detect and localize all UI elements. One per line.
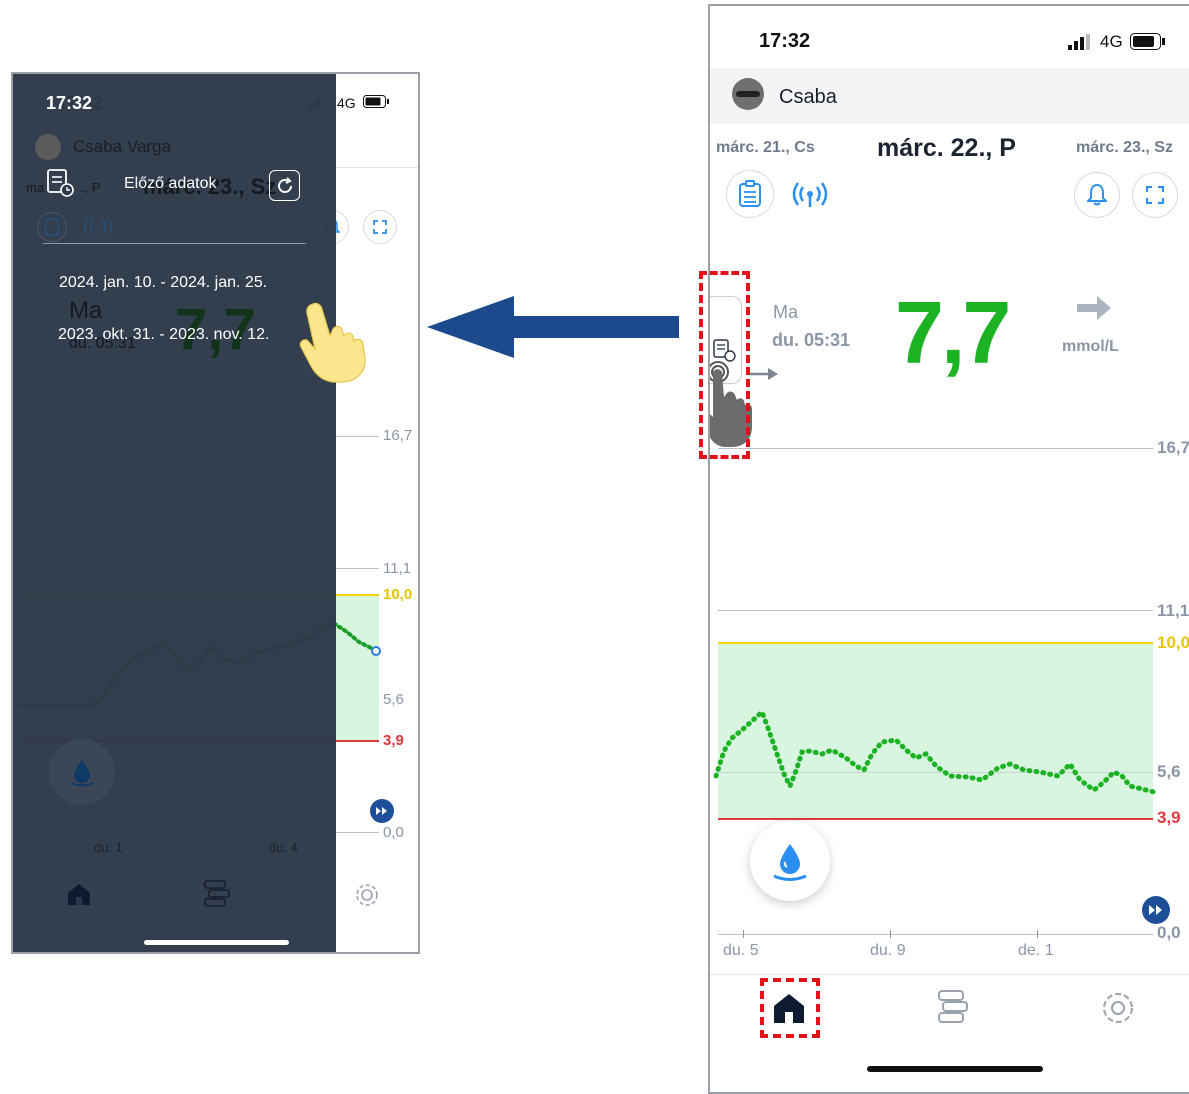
tap-hand-icon <box>293 299 383 389</box>
right-glucose-curve <box>713 707 1157 795</box>
home-icon <box>68 884 90 905</box>
refresh-icon <box>277 176 292 193</box>
date-prev-partial: ma <box>26 180 45 195</box>
highlight-home-tab <box>760 978 820 1038</box>
broadcast-icon: ((·)) <box>83 215 113 235</box>
x-label: du. 9 <box>870 942 906 959</box>
home-tab[interactable] <box>65 880 93 913</box>
pointer-arrow-icon <box>427 296 679 363</box>
fast-forward-icon <box>1149 905 1162 915</box>
x-tick <box>890 930 891 938</box>
user-name: Csaba Varga <box>73 137 171 156</box>
blood-drop-icon <box>70 760 94 787</box>
x-tick <box>743 930 744 938</box>
clipboard-button[interactable] <box>37 212 67 242</box>
x-tick <box>1037 930 1038 938</box>
list-tab[interactable] <box>937 989 969 1030</box>
list-icon <box>204 880 230 907</box>
highlight-history-handle <box>699 271 750 459</box>
drawer-divider <box>43 243 306 244</box>
list-tab[interactable] <box>203 879 231 914</box>
gear-icon <box>356 884 378 906</box>
settings-tab[interactable] <box>351 879 383 911</box>
refresh-button[interactable] <box>269 170 300 201</box>
blood-drop-icon <box>773 844 807 881</box>
drawer-title: Előző adatok <box>124 175 217 192</box>
gear-icon <box>1103 993 1133 1023</box>
x-label: de. 1 <box>1018 942 1054 959</box>
right-phone-screenshot: 17:32 4G Csaba márc. 21., Cs márc. 22., … <box>708 4 1189 1094</box>
settings-tab[interactable] <box>1100 990 1136 1031</box>
add-blood-glucose-button[interactable] <box>750 821 830 901</box>
home-indicator <box>144 940 289 945</box>
cropped-heading-fragment <box>108 0 126 28</box>
clipboard-icon <box>45 218 59 236</box>
left-phone-screenshot: 17:32 4G 16,7 11,1 10,0 5,6 3,9 0,0 17:3… <box>11 72 420 954</box>
history-range-item[interactable]: 2024. jan. 10. - 2024. jan. 25. <box>59 274 267 292</box>
history-range-item[interactable]: 2023. okt. 31. - 2023. nov. 12. <box>58 326 269 344</box>
history-drawer: 17:32 Csaba Varga ma ., P márc. 23., Sz … <box>13 74 336 952</box>
fast-forward-button[interactable] <box>1142 896 1170 924</box>
list-icon <box>938 990 968 1023</box>
today-label: Ma <box>69 297 103 324</box>
drawer-status-time: 17:32 <box>46 93 93 113</box>
home-indicator <box>867 1066 1043 1072</box>
tabbar-divider <box>710 974 1189 975</box>
date-prev-suffix: ., P <box>81 180 101 195</box>
x-label: du. 1 <box>94 840 123 855</box>
x-label: du. 5 <box>723 942 759 959</box>
add-blood-glucose-button[interactable] <box>49 739 115 805</box>
history-icon <box>45 166 77 203</box>
avatar <box>35 134 61 160</box>
x-label: du. 4 <box>269 840 298 855</box>
